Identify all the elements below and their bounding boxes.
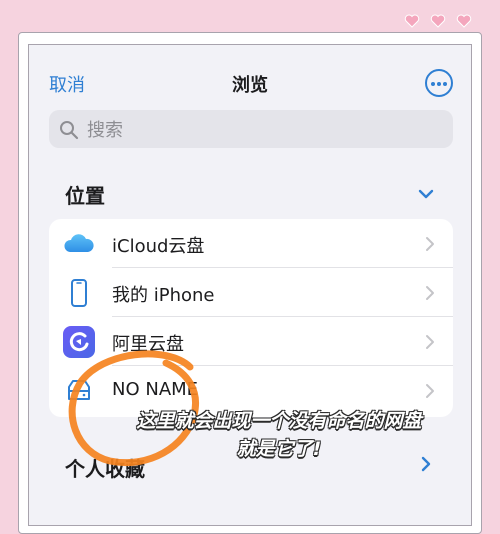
search-icon xyxy=(60,121,79,140)
heart-icon xyxy=(404,14,420,28)
heart-icon xyxy=(430,14,446,28)
location-item-icloud[interactable]: iCloud云盘 xyxy=(49,219,453,268)
location-item-iphone[interactable]: 我的 iPhone xyxy=(49,268,453,317)
page-title: 浏览 xyxy=(232,75,268,96)
chevron-right-icon xyxy=(426,286,434,300)
heart-decorations xyxy=(404,14,472,28)
search-bar[interactable] xyxy=(49,110,453,148)
annotation-line-1: 这里就会出现一个没有命名的网盘 xyxy=(136,410,422,432)
heart-icon xyxy=(456,14,472,28)
chevron-right-icon xyxy=(426,335,434,349)
chevron-down-icon[interactable] xyxy=(417,185,435,203)
ellipsis-circle-icon[interactable] xyxy=(425,69,453,97)
chevron-right-icon xyxy=(426,384,434,398)
location-label: iCloud云盘 xyxy=(112,236,205,257)
annotation-line-2: 就是它了! xyxy=(236,438,322,460)
location-label: 我的 iPhone xyxy=(112,285,215,306)
icloud-icon xyxy=(64,234,94,252)
search-input[interactable] xyxy=(85,116,429,144)
chevron-right-icon xyxy=(426,237,434,251)
section-title-locations: 位置 xyxy=(65,184,105,208)
iphone-icon xyxy=(71,279,87,307)
